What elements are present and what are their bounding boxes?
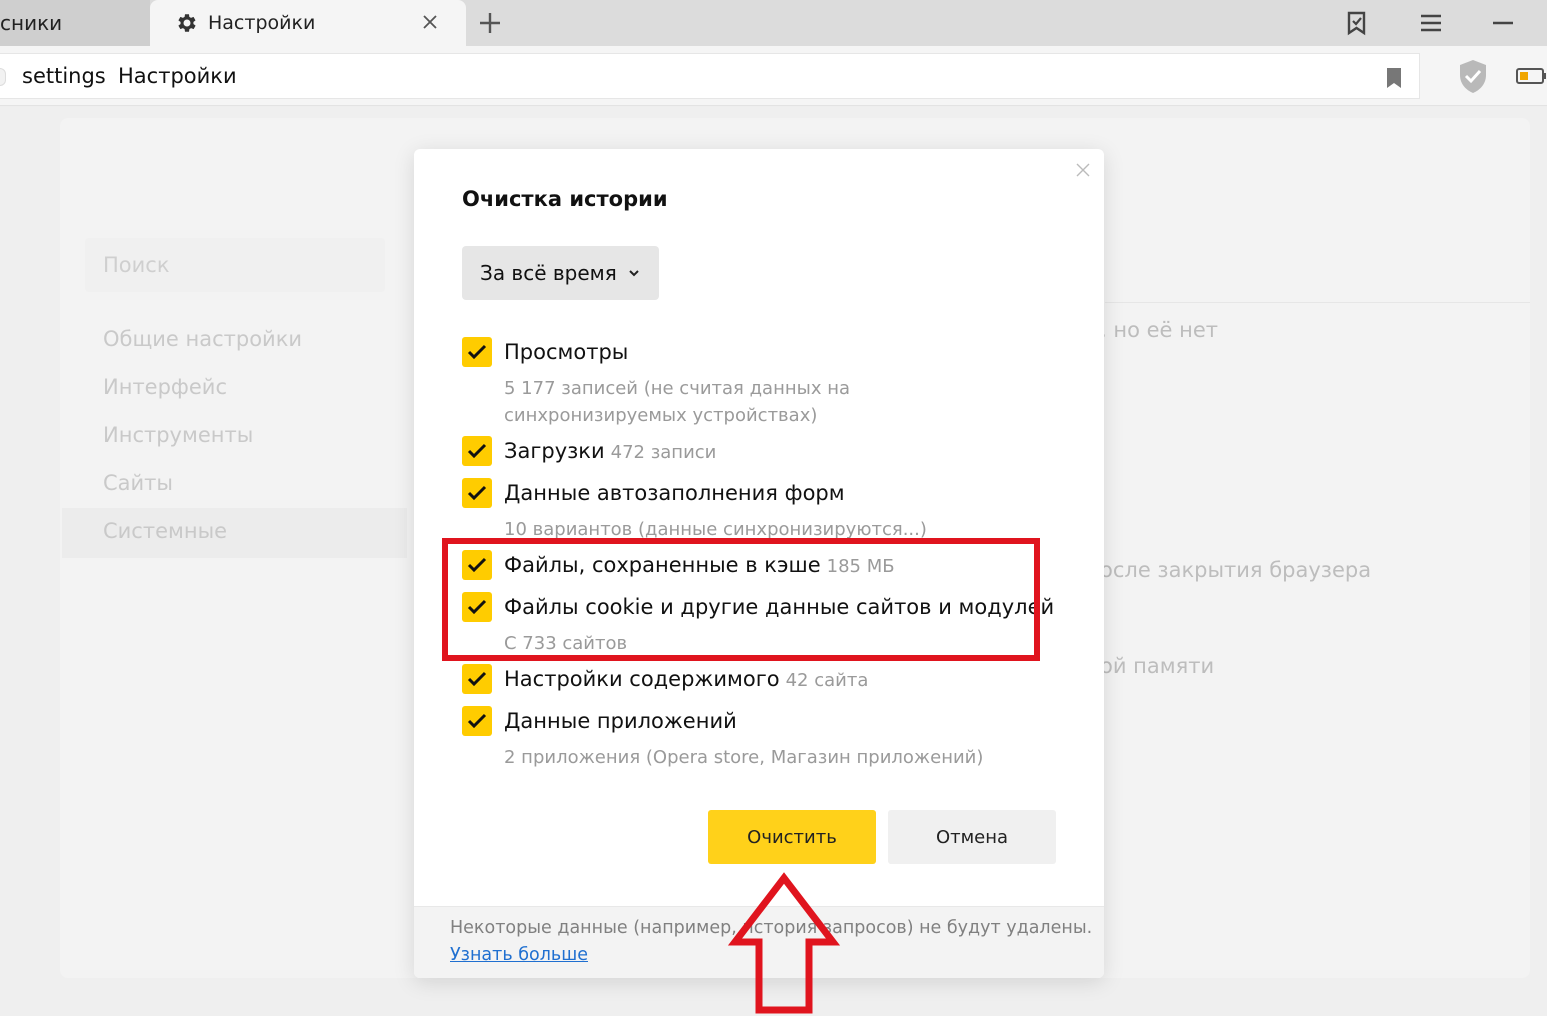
checkbox-app-data[interactable] <box>462 706 492 736</box>
tab-previous-title: сники <box>0 11 63 35</box>
option-label-text: Загрузки <box>504 439 605 463</box>
checkmark-icon <box>467 713 487 729</box>
cancel-button[interactable]: Отмена <box>888 810 1056 864</box>
option-label: Файлы cookie и другие данные сайтов и мо… <box>504 592 1054 622</box>
close-icon[interactable] <box>1074 161 1092 179</box>
option-label: Загрузки 472 записи <box>504 436 716 468</box>
footer-note: Некоторые данные (например, история запр… <box>450 918 1093 938</box>
tab-bar: сники Настройки <box>0 0 1547 46</box>
bookmarks-panel-icon[interactable] <box>1344 9 1372 37</box>
address-bar: settings Настройки <box>0 46 1547 106</box>
option-label-text: Просмотры <box>504 340 629 364</box>
option-label: Файлы, сохраненные в кэше 185 МБ <box>504 550 895 582</box>
period-select[interactable]: За всё время <box>462 246 659 300</box>
option-label-text: Настройки содержимого <box>504 667 780 691</box>
option-description: 5 177 записей (не считая данных на синхр… <box>504 378 850 426</box>
checkbox-content-settings[interactable] <box>462 664 492 694</box>
option-label: Данные приложений <box>504 706 737 736</box>
period-select-value: За всё время <box>480 261 617 285</box>
omnibox-page-title: Настройки <box>118 64 237 88</box>
protect-shield-icon[interactable] <box>1455 57 1491 95</box>
close-icon[interactable] <box>418 10 442 34</box>
option-label: Просмотры <box>504 337 628 367</box>
checkbox-downloads[interactable] <box>462 436 492 466</box>
dialog-footer: Некоторые данные (например, история запр… <box>414 906 1104 978</box>
settings-nav-item-tools[interactable]: Инструменты <box>103 423 253 447</box>
checkbox-autofill[interactable] <box>462 478 492 508</box>
checkmark-icon <box>467 557 487 573</box>
option-label-text: Файлы cookie и другие данные сайтов и мо… <box>504 595 1055 619</box>
background-text-fragment: , но её нет <box>1100 318 1219 342</box>
omnibox[interactable]: settings Настройки <box>0 53 1420 99</box>
chevron-down-icon <box>629 270 639 277</box>
checkbox-cookies[interactable] <box>462 592 492 622</box>
settings-nav-item-sites[interactable]: Сайты <box>103 471 173 495</box>
checkmark-icon <box>467 671 487 687</box>
gear-icon <box>178 14 196 32</box>
minimize-icon[interactable] <box>1489 9 1517 37</box>
divider <box>1105 302 1530 303</box>
clear-history-dialog: Очистка истории За всё время Просмотры 5… <box>414 149 1104 978</box>
background-text-fragment: ой памяти <box>1100 654 1215 678</box>
checkbox-views[interactable] <box>462 337 492 367</box>
option-description: 2 приложения (Opera store, Магазин прило… <box>504 747 984 768</box>
tab-title: Настройки <box>208 12 316 34</box>
tab-previous[interactable]: сники <box>0 0 150 46</box>
settings-nav-item-interface[interactable]: Интерфейс <box>103 375 227 399</box>
clear-button[interactable]: Очистить <box>708 810 876 864</box>
checkmark-icon <box>467 443 487 459</box>
plus-icon[interactable] <box>476 9 504 37</box>
tab-settings[interactable]: Настройки <box>150 0 466 46</box>
option-count: 42 сайта <box>785 670 869 691</box>
settings-search-input[interactable]: Поиск <box>85 238 385 292</box>
option-description: 10 вариантов (данные синхронизируются...… <box>504 519 927 540</box>
checkbox-cache[interactable] <box>462 550 492 580</box>
settings-nav-item-general[interactable]: Общие настройки <box>103 327 302 351</box>
dialog-title: Очистка истории <box>462 187 668 211</box>
site-info-icon[interactable] <box>0 68 6 86</box>
bookmark-icon[interactable] <box>1383 66 1405 90</box>
option-label-text: Данные приложений <box>504 709 737 733</box>
omnibox-host: settings <box>22 64 106 88</box>
option-count: 185 МБ <box>826 556 895 577</box>
settings-nav-item-system[interactable]: Системные <box>103 519 227 543</box>
checkmark-icon <box>467 599 487 615</box>
checkmark-icon <box>467 344 487 360</box>
battery-icon <box>1516 68 1546 84</box>
learn-more-link[interactable]: Узнать больше <box>450 942 588 969</box>
background-text-fragment: осле закрытия браузера <box>1100 558 1372 582</box>
option-label-text: Файлы, сохраненные в кэше <box>504 553 821 577</box>
checkmark-icon <box>467 485 487 501</box>
option-label: Настройки содержимого 42 сайта <box>504 664 868 696</box>
option-label: Данные автозаполнения форм <box>504 478 845 508</box>
option-description: С 733 сайтов <box>504 633 628 654</box>
option-label-text: Данные автозаполнения форм <box>504 481 845 505</box>
option-count: 472 записи <box>610 442 717 463</box>
menu-icon[interactable] <box>1417 9 1445 37</box>
